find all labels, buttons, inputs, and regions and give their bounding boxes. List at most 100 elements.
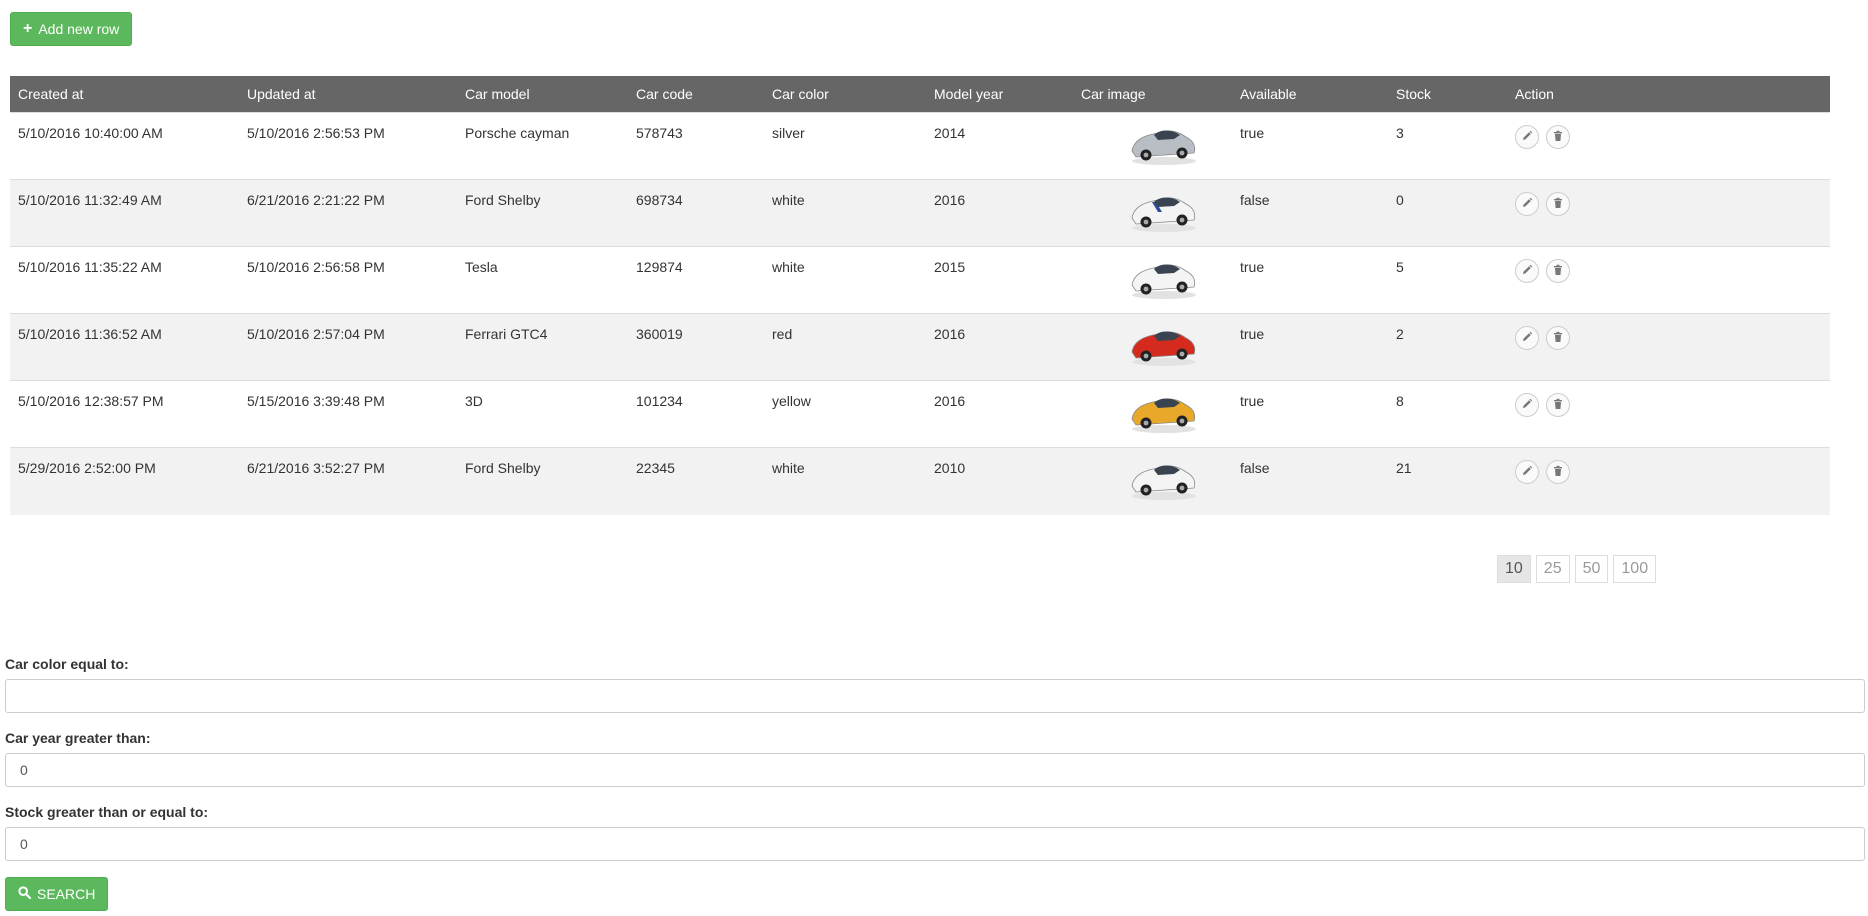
- stock-filter-input[interactable]: [5, 827, 1865, 861]
- cell-available: true: [1232, 112, 1388, 180]
- cell-stock: 8: [1388, 380, 1507, 448]
- add-new-row-label: Add new row: [38, 21, 120, 37]
- cell-stock: 0: [1388, 179, 1507, 247]
- pencil-icon: [1521, 465, 1533, 480]
- cell-car-image: [1073, 380, 1232, 448]
- cell-action: [1507, 313, 1830, 381]
- cell-model-year: 2016: [926, 179, 1073, 247]
- cell-created-at: 5/29/2016 2:52:00 PM: [10, 447, 239, 515]
- cars-table: Created at Updated at Car model Car code…: [10, 76, 1830, 515]
- car-image: [1131, 197, 1196, 232]
- cell-car-color: yellow: [764, 380, 926, 448]
- cell-car-color: white: [764, 179, 926, 247]
- cell-available: false: [1232, 447, 1388, 515]
- cell-updated-at: 5/10/2016 2:56:53 PM: [239, 112, 457, 180]
- header-car-code[interactable]: Car code: [628, 76, 764, 113]
- cell-car-image: [1073, 447, 1232, 515]
- table-header-row: Created at Updated at Car model Car code…: [10, 76, 1830, 113]
- cell-available: true: [1232, 313, 1388, 381]
- cell-updated-at: 6/21/2016 3:52:27 PM: [239, 447, 457, 515]
- search-button-label: SEARCH: [37, 886, 96, 902]
- cell-car-color: red: [764, 313, 926, 381]
- header-car-model[interactable]: Car model: [457, 76, 628, 113]
- trash-icon: [1552, 130, 1564, 145]
- cell-car-image: [1073, 179, 1232, 247]
- trash-icon: [1552, 398, 1564, 413]
- cell-car-code: 360019: [628, 313, 764, 381]
- cell-model-year: 2014: [926, 112, 1073, 180]
- table-row: 5/10/2016 12:38:57 PM 5/15/2016 3:39:48 P…: [10, 380, 1830, 448]
- pencil-icon: [1521, 398, 1533, 413]
- car-image: [1131, 130, 1196, 165]
- delete-row-button[interactable]: [1546, 259, 1570, 283]
- cell-action: [1507, 447, 1830, 515]
- cell-car-code: 578743: [628, 112, 764, 180]
- cell-available: false: [1232, 179, 1388, 247]
- cell-action: [1507, 112, 1830, 180]
- header-stock[interactable]: Stock: [1388, 76, 1507, 113]
- page-size-10[interactable]: 10: [1497, 555, 1531, 583]
- page-size-50[interactable]: 50: [1574, 555, 1609, 583]
- edit-row-button[interactable]: [1515, 326, 1539, 350]
- cell-car-image: [1073, 112, 1232, 180]
- trash-icon: [1552, 465, 1564, 480]
- edit-row-button[interactable]: [1515, 460, 1539, 484]
- car-color-filter-input[interactable]: [5, 679, 1865, 713]
- trash-icon: [1552, 331, 1564, 346]
- table-row: 5/10/2016 11:36:52 AM 5/10/2016 2:57:04 P…: [10, 313, 1830, 381]
- cell-created-at: 5/10/2016 11:32:49 AM: [10, 179, 239, 247]
- table-row: 5/29/2016 2:52:00 PM 6/21/2016 3:52:27 PM…: [10, 447, 1830, 515]
- car-image: [1131, 398, 1196, 433]
- cell-updated-at: 6/21/2016 2:21:22 PM: [239, 179, 457, 247]
- page-size-25[interactable]: 25: [1535, 555, 1570, 583]
- delete-row-button[interactable]: [1546, 326, 1570, 350]
- cell-car-color: white: [764, 447, 926, 515]
- search-icon: [18, 886, 32, 902]
- car-color-filter-label: Car color equal to:: [5, 656, 129, 672]
- delete-row-button[interactable]: [1546, 125, 1570, 149]
- cell-car-model: Ford Shelby: [457, 447, 628, 515]
- cell-car-model: 3D: [457, 380, 628, 448]
- cell-model-year: 2016: [926, 313, 1073, 381]
- cell-car-code: 698734: [628, 179, 764, 247]
- cell-model-year: 2015: [926, 246, 1073, 314]
- edit-row-button[interactable]: [1515, 192, 1539, 216]
- cell-car-image: [1073, 313, 1232, 381]
- row-actions: [1515, 259, 1570, 283]
- trash-icon: [1552, 197, 1564, 212]
- search-button[interactable]: SEARCH: [5, 877, 109, 911]
- table-row: 5/10/2016 11:32:49 AM 6/21/2016 2:21:22 P…: [10, 179, 1830, 247]
- edit-row-button[interactable]: [1515, 393, 1539, 417]
- delete-row-button[interactable]: [1546, 192, 1570, 216]
- pencil-icon: [1521, 197, 1533, 212]
- cell-car-model: Tesla: [457, 246, 628, 314]
- trash-icon: [1552, 264, 1564, 279]
- cell-car-model: Porsche cayman: [457, 112, 628, 180]
- edit-row-button[interactable]: [1515, 259, 1539, 283]
- cell-available: true: [1232, 246, 1388, 314]
- pencil-icon: [1521, 331, 1533, 346]
- header-car-image[interactable]: Car image: [1073, 76, 1232, 113]
- delete-row-button[interactable]: [1546, 460, 1570, 484]
- cell-stock: 2: [1388, 313, 1507, 381]
- header-car-color[interactable]: Car color: [764, 76, 926, 113]
- cell-action: [1507, 380, 1830, 448]
- page-size-100[interactable]: 100: [1613, 555, 1657, 583]
- header-updated-at[interactable]: Updated at: [239, 76, 457, 113]
- row-actions: [1515, 393, 1570, 417]
- car-image: [1131, 465, 1196, 500]
- cell-created-at: 5/10/2016 11:36:52 AM: [10, 313, 239, 381]
- cell-model-year: 2016: [926, 380, 1073, 448]
- header-available[interactable]: Available: [1232, 76, 1388, 113]
- cell-updated-at: 5/10/2016 2:57:04 PM: [239, 313, 457, 381]
- car-year-filter-input[interactable]: [5, 753, 1865, 787]
- stock-filter-label: Stock greater than or equal to:: [5, 804, 209, 820]
- add-new-row-button[interactable]: + Add new row: [10, 12, 133, 46]
- edit-row-button[interactable]: [1515, 125, 1539, 149]
- cell-action: [1507, 179, 1830, 247]
- delete-row-button[interactable]: [1546, 393, 1570, 417]
- cell-stock: 5: [1388, 246, 1507, 314]
- header-model-year[interactable]: Model year: [926, 76, 1073, 113]
- header-created-at[interactable]: Created at: [10, 76, 239, 113]
- row-actions: [1515, 460, 1570, 484]
